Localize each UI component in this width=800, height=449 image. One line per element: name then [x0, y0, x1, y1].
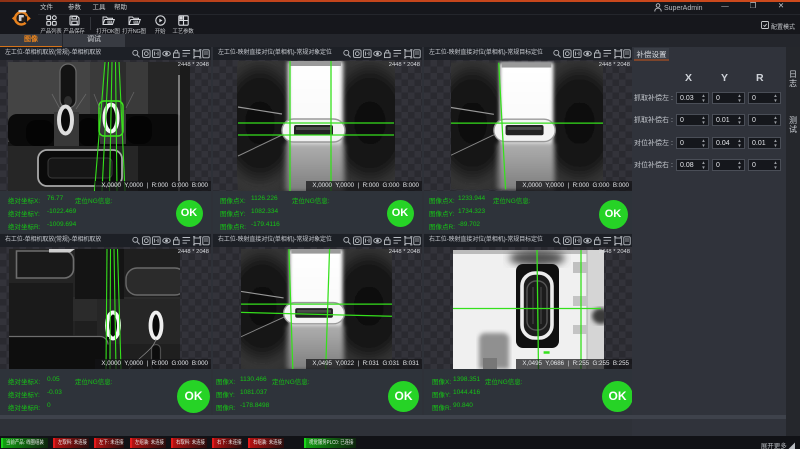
svg-text:NG: NG — [133, 20, 137, 24]
svg-text:OK: OK — [107, 20, 111, 24]
